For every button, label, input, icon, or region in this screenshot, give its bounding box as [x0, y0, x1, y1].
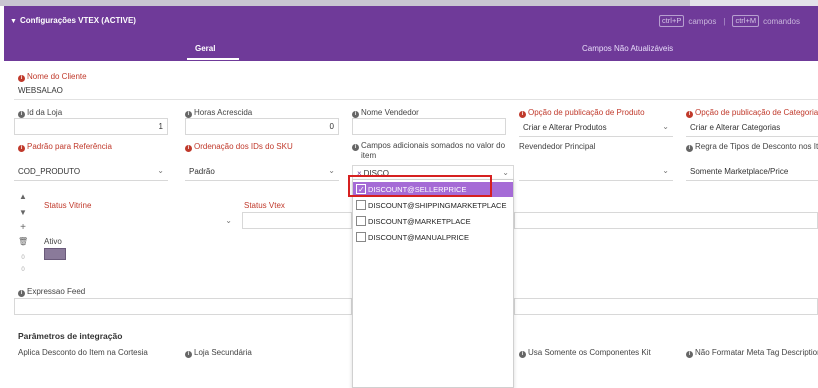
panel-header: ▼ Configurações VTEX (ACTIVE) ctrl+P camp… [4, 6, 818, 61]
trash-icon[interactable]: 🗑 [18, 237, 28, 246]
loja-secundaria-label: i Loja Secundária [185, 348, 252, 358]
tab-geral[interactable]: Geral [195, 44, 215, 53]
integracao-section-title: Parâmetros de integração [18, 331, 123, 341]
shortcut-label-commands: comandos [763, 16, 800, 26]
chevron-down-icon: ⌄ [157, 166, 164, 175]
chevron-down-icon: ⌄ [328, 166, 335, 175]
opcao-categoria-select[interactable]: Criar e Alterar Categorias [686, 120, 818, 137]
ordenacao-select[interactable]: Padrão ⌄ [185, 164, 339, 181]
info-icon: i [352, 144, 359, 151]
status-extra-input[interactable] [514, 212, 818, 229]
componentes-kit-label: i Usa Somente os Componentes Kit [519, 348, 651, 358]
expressao-feed-label: i Expressao Feed [18, 287, 85, 297]
meta-tag-label: i Não Formatar Meta Tag Description [686, 348, 818, 358]
id-loja-label: i Id da Loja [18, 108, 62, 118]
move-up-icon[interactable]: ▲ [18, 192, 28, 201]
shortcut-key-commands: ctrl+M [732, 15, 760, 27]
regra-desconto-select[interactable]: Somente Marketplace/Price [686, 164, 818, 181]
info-icon: i [686, 111, 693, 118]
checkbox-icon[interactable] [356, 232, 366, 242]
collapse-caret-icon[interactable]: ▼ [10, 18, 17, 25]
campos-adicionais-label: i Campos adicionais somados no valor do it… [352, 141, 505, 160]
counter-b: 0 [21, 267, 25, 273]
nome-cliente-label: i Nome do Cliente [18, 72, 87, 82]
info-icon: i [18, 111, 25, 118]
revendedor-label: Revendedor Principal [519, 142, 596, 151]
active-tab-indicator [187, 58, 239, 60]
id-loja-input[interactable]: 1 [14, 118, 168, 135]
campos-adicionais-dropdown: DISCOUNT@SELLERPRICE DISCOUNT@SHIPPINGMA… [352, 179, 514, 388]
regra-desconto-label: i Regra de Tipos de Desconto nos Ite [686, 142, 818, 152]
chevron-down-icon: ⌄ [502, 168, 509, 177]
info-icon: i [18, 290, 25, 297]
expressao-feed-input-right[interactable] [514, 298, 818, 315]
info-icon: i [519, 111, 526, 118]
expressao-feed-input[interactable] [14, 298, 352, 315]
annotation-highlight-box [348, 175, 492, 197]
info-icon: i [185, 145, 192, 152]
nome-vendedor-label: i Nome Vendedor [352, 108, 419, 118]
chevron-down-icon: ⌄ [662, 122, 669, 131]
dropdown-option[interactable]: DISCOUNT@SHIPPINGMARKETPLACE [353, 198, 513, 213]
ativo-label: Ativo [44, 237, 62, 246]
shortcut-hints: ctrl+P campos | ctrl+M comandos [658, 15, 800, 27]
aplica-desconto-label: Aplica Desconto do Item na Cortesia [18, 348, 148, 357]
opcao-categoria-label: i Opção de publicação de Categoria [686, 108, 818, 118]
chevron-down-icon: ⌄ [225, 216, 232, 225]
info-icon: i [686, 145, 693, 152]
ordenacao-label: i Ordenação dos IDs do SKU [185, 142, 293, 152]
padrao-ref-label: i Padrão para Referência [18, 142, 112, 152]
add-icon[interactable]: + [18, 222, 28, 233]
nome-vendedor-input[interactable] [352, 118, 506, 135]
revendedor-select[interactable]: ⌄ [519, 164, 673, 181]
info-icon: i [18, 75, 25, 82]
move-down-icon[interactable]: ▼ [18, 208, 28, 217]
ativo-color-swatch[interactable] [44, 248, 66, 260]
chevron-down-icon: ⌄ [662, 166, 669, 175]
status-vitrine-label: Status Vitrine [44, 201, 92, 210]
checkbox-icon[interactable] [356, 216, 366, 226]
status-vtex-label: Status Vtex [244, 201, 285, 210]
opcao-produto-label: i Opção de publicação de Produto [519, 108, 645, 118]
form-content: i Nome do Cliente WEBSALAO i Id da Loja iH… [14, 61, 818, 388]
info-icon: i [185, 351, 192, 358]
padrao-ref-select[interactable]: COD_PRODUTO ⌄ [14, 164, 168, 181]
info-icon: i [686, 351, 693, 358]
panel-title[interactable]: ▼ Configurações VTEX (ACTIVE) [10, 16, 136, 25]
info-icon: i [352, 111, 359, 118]
status-vtex-input[interactable] [242, 212, 352, 229]
info-icon: i [519, 351, 526, 358]
dropdown-option[interactable]: DISCOUNT@MANUALPRICE [353, 230, 513, 245]
tab-campos-nao-atualizaveis[interactable]: Campos Não Atualizáveis [582, 44, 673, 53]
nome-cliente-input[interactable]: WEBSALAO [14, 83, 818, 100]
checkbox-icon[interactable] [356, 200, 366, 210]
status-vitrine-select[interactable]: ⌄ [44, 214, 236, 231]
shortcut-separator: | [723, 16, 726, 26]
counter-a: 0 [21, 255, 25, 261]
shortcut-label-fields: campos [688, 16, 717, 26]
horas-input[interactable]: 0 [185, 118, 339, 135]
dropdown-option[interactable]: DISCOUNT@MARKETPLACE [353, 214, 513, 229]
shortcut-key-fields: ctrl+P [658, 15, 685, 27]
info-icon: i [185, 111, 192, 118]
horas-label: i Horas Acrescida [185, 108, 252, 118]
opcao-produto-select[interactable]: Criar e Alterar Produtos ⌄ [519, 120, 673, 137]
info-icon: i [18, 145, 25, 152]
